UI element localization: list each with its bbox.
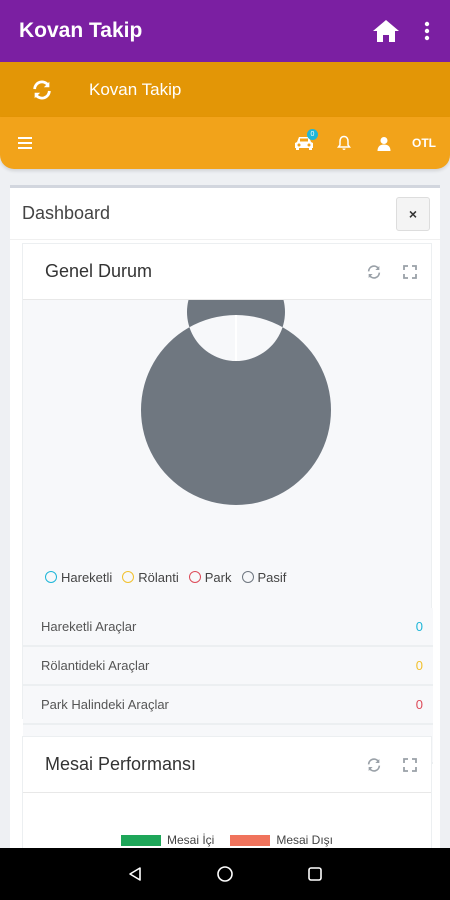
- legend-label: Mesai Dışı: [276, 833, 334, 847]
- user-icon: [377, 136, 391, 151]
- app-title: Kovan Takip: [19, 19, 143, 42]
- refresh-icon: [367, 757, 381, 772]
- stat-value: 0: [415, 697, 423, 712]
- genel-durum-header: Genel Durum: [23, 244, 431, 300]
- more-vert-icon: [424, 21, 430, 41]
- mesai-legend-item[interactable]: Mesai İçi: [120, 833, 215, 847]
- legend-label: Mesai İçi: [166, 833, 215, 847]
- app-bar: Kovan Takip: [0, 0, 450, 62]
- legend-label: Pasif: [257, 569, 287, 585]
- legend-item-hareketli[interactable]: Hareketli: [45, 570, 112, 585]
- expand-icon: [403, 264, 417, 279]
- hamburger-menu-icon: [18, 137, 32, 149]
- mesai-header: Mesai Performansı: [23, 737, 431, 793]
- mesai-refresh-button[interactable]: [359, 750, 389, 780]
- dashboard-header: Dashboard ×: [10, 188, 440, 240]
- legend-dot: [188, 571, 201, 583]
- vehicle-count-badge: 0: [307, 129, 318, 140]
- brand-title[interactable]: Kovan Takip: [89, 80, 181, 100]
- legend-label: Rölanti: [138, 569, 179, 585]
- refresh-icon: [33, 80, 51, 99]
- nav-home-button[interactable]: [205, 854, 245, 894]
- legend-dot: [45, 571, 57, 583]
- user-button[interactable]: [364, 123, 404, 163]
- top-header: Kovan Takip: [0, 62, 450, 117]
- legend-item-park[interactable]: Park: [188, 569, 232, 585]
- donut-chart-area: [23, 263, 431, 562]
- mesai-expand-button[interactable]: [395, 750, 425, 780]
- refresh-icon: [367, 264, 381, 279]
- vehicles-button[interactable]: 0: [284, 123, 324, 163]
- legend-dot: [241, 571, 254, 583]
- refresh-button[interactable]: [22, 70, 62, 110]
- home-icon: [373, 20, 399, 42]
- genel-durum-refresh-button[interactable]: [359, 257, 389, 287]
- back-icon: [129, 867, 141, 881]
- stat-value: 0: [415, 658, 423, 673]
- mesai-performansi-widget: Mesai Performansı Mesai İçi Mesai Dışı: [22, 736, 432, 848]
- system-nav-bar: [0, 848, 450, 900]
- expand-icon: [403, 757, 417, 772]
- mesai-legend: Mesai İçi Mesai Dışı: [23, 833, 431, 847]
- legend-label: Park: [204, 569, 232, 585]
- nav-back-button[interactable]: [115, 854, 155, 894]
- stat-label: Rölantideki Araçlar: [41, 658, 150, 673]
- legend-swatch: [230, 835, 271, 847]
- nav-home-icon: [217, 866, 233, 882]
- genel-durum-widget: Genel Durum Hareketli Rölanti Park Pasif Ha…: [22, 243, 433, 764]
- legend-dot: [122, 571, 135, 583]
- stat-value: 0: [415, 619, 423, 634]
- content-panel: Dashboard × Genel Durum Hareketli Rölant…: [10, 185, 440, 848]
- sidebar-toggle-button[interactable]: [10, 128, 40, 158]
- stat-label: Park Halindeki Araçlar: [41, 697, 169, 712]
- notifications-button[interactable]: [324, 123, 364, 163]
- stat-row[interactable]: Rölantideki Araçlar 0: [23, 647, 433, 686]
- legend-item-pasif[interactable]: Pasif: [241, 569, 287, 585]
- stat-row[interactable]: Park Halindeki Araçlar 0: [23, 686, 433, 725]
- more-options-button[interactable]: [410, 11, 444, 51]
- mesai-legend-item[interactable]: Mesai Dışı: [230, 833, 333, 847]
- genel-durum-title: Genel Durum: [45, 261, 153, 281]
- mesai-title: Mesai Performansı: [45, 754, 197, 774]
- bell-icon: [337, 135, 351, 150]
- close-button[interactable]: ×: [396, 196, 430, 231]
- stat-row[interactable]: Hareketli Araçlar 0: [23, 608, 433, 647]
- home-button[interactable]: [366, 11, 406, 51]
- nav-recents-button[interactable]: [295, 854, 335, 894]
- legend-label: Hareketli: [61, 569, 113, 585]
- legend-item-rölanti[interactable]: Rölanti: [122, 569, 179, 585]
- stat-label: Hareketli Araçlar: [41, 619, 137, 634]
- user-code-label[interactable]: OTL: [412, 136, 436, 150]
- donut-chart: [140, 263, 331, 505]
- chart-legend: Hareketli Rölanti Park Pasif: [23, 562, 431, 592]
- recents-icon: [308, 867, 322, 881]
- legend-swatch: [120, 835, 161, 847]
- page-title: Dashboard: [22, 203, 111, 223]
- genel-durum-expand-button[interactable]: [395, 257, 425, 287]
- navbar-toolbar: 0 OTL: [0, 117, 450, 169]
